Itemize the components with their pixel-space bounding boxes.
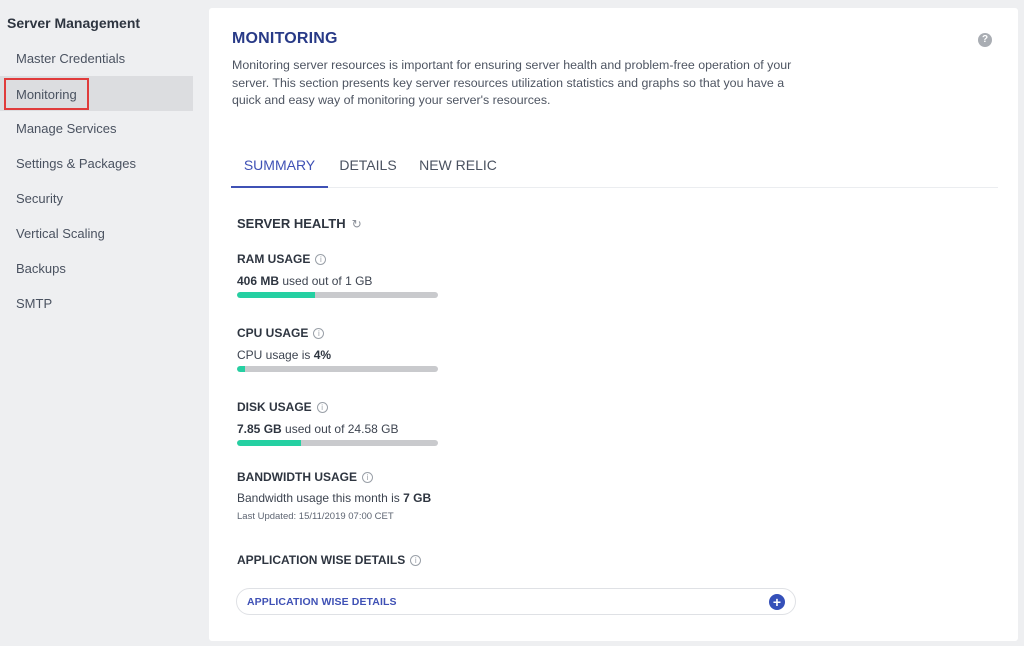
sidebar-item-smtp[interactable]: SMTP (0, 286, 193, 321)
sidebar-nav: Master Credentials Monitoring Manage Ser… (0, 41, 193, 321)
cpu-usage-value: 4% (313, 348, 332, 362)
disk-usage-bar-fill (237, 440, 302, 446)
last-updated-text: Last Updated: 15/11/2019 07:00 CET (237, 511, 394, 522)
disk-usage-value: 7.85 GB (237, 422, 282, 436)
server-health-heading: SERVER HEALTH ↻ (237, 216, 362, 231)
sidebar-item-label: Manage Services (16, 121, 117, 136)
cpu-usage-bar (237, 366, 438, 372)
refresh-icon[interactable]: ↻ (352, 217, 362, 231)
sidebar-item-settings-packages[interactable]: Settings & Packages (0, 146, 193, 181)
sidebar-item-manage-services[interactable]: Manage Services (0, 111, 193, 146)
sidebar: Server Management Master Credentials Mon… (0, 0, 200, 646)
application-details-heading: APPLICATION WISE DETAILS i (237, 553, 422, 567)
sidebar-item-backups[interactable]: Backups (0, 251, 193, 286)
monitoring-panel: MONITORING ? Monitoring server resources… (209, 8, 1018, 641)
ram-usage-bar-fill (237, 292, 316, 298)
sidebar-item-label: Settings & Packages (16, 156, 136, 171)
info-icon[interactable]: i (362, 472, 373, 483)
sidebar-title: Server Management (7, 15, 141, 31)
sidebar-item-label: Monitoring (4, 77, 89, 110)
ram-usage-title: RAM USAGE (237, 252, 311, 266)
application-details-accordion-label: APPLICATION WISE DETAILS (247, 596, 397, 608)
cpu-usage-prefix: CPU usage is (237, 348, 311, 362)
sidebar-item-master-credentials[interactable]: Master Credentials (0, 41, 193, 76)
application-details-title: APPLICATION WISE DETAILS (237, 553, 406, 567)
info-icon[interactable]: i (313, 328, 325, 339)
sidebar-item-monitoring[interactable]: Monitoring (0, 76, 193, 111)
disk-usage-suffix: used out of 24.58 GB (285, 422, 399, 436)
sidebar-item-label: Security (16, 191, 63, 206)
bandwidth-usage-title: BANDWIDTH USAGE (237, 470, 357, 484)
disk-usage-heading: DISK USAGE i (237, 400, 328, 414)
sidebar-item-label: Backups (16, 261, 66, 276)
ram-usage-text: 406 MB used out of 1 GB (237, 274, 372, 288)
sidebar-item-security[interactable]: Security (0, 181, 193, 216)
cpu-usage-text: CPU usage is 4% (237, 348, 331, 362)
tab-summary[interactable]: SUMMARY (231, 148, 328, 188)
disk-usage-text: 7.85 GB used out of 24.58 GB (237, 422, 398, 436)
application-details-accordion[interactable]: APPLICATION WISE DETAILS + (236, 588, 796, 615)
info-icon[interactable]: i (315, 254, 327, 265)
ram-usage-heading: RAM USAGE i (237, 252, 327, 266)
bandwidth-usage-prefix: Bandwidth usage this month is (237, 491, 400, 505)
server-health-title: SERVER HEALTH (237, 216, 346, 231)
sidebar-item-label: Master Credentials (16, 51, 126, 66)
bandwidth-usage-value: 7 GB (403, 491, 432, 505)
page-description: Monitoring server resources is important… (232, 58, 792, 107)
help-icon[interactable]: ? (978, 33, 992, 47)
ram-usage-bar (237, 292, 438, 298)
cpu-usage-heading: CPU USAGE i (237, 326, 325, 340)
info-icon[interactable]: i (410, 555, 422, 566)
expand-plus-icon[interactable]: + (769, 594, 785, 610)
tab-details[interactable]: DETAILS (338, 148, 398, 188)
sidebar-item-label: SMTP (16, 296, 53, 311)
cpu-usage-title: CPU USAGE (237, 326, 309, 340)
info-icon[interactable]: i (316, 402, 328, 413)
page-title: MONITORING (232, 30, 338, 47)
tab-new-relic[interactable]: NEW RELIC (418, 148, 498, 188)
disk-usage-title: DISK USAGE (237, 400, 312, 414)
sidebar-item-label: Vertical Scaling (16, 226, 105, 241)
cpu-usage-bar-fill (237, 366, 246, 372)
disk-usage-bar (237, 440, 438, 446)
tab-bar: SUMMARY DETAILS NEW RELIC (231, 148, 998, 188)
bandwidth-usage-heading: BANDWIDTH USAGE i (237, 470, 373, 484)
ram-usage-suffix: used out of 1 GB (282, 274, 373, 288)
bandwidth-usage-text: Bandwidth usage this month is 7 GB (237, 491, 431, 505)
ram-usage-value: 406 MB (237, 274, 280, 288)
sidebar-item-vertical-scaling[interactable]: Vertical Scaling (0, 216, 193, 251)
